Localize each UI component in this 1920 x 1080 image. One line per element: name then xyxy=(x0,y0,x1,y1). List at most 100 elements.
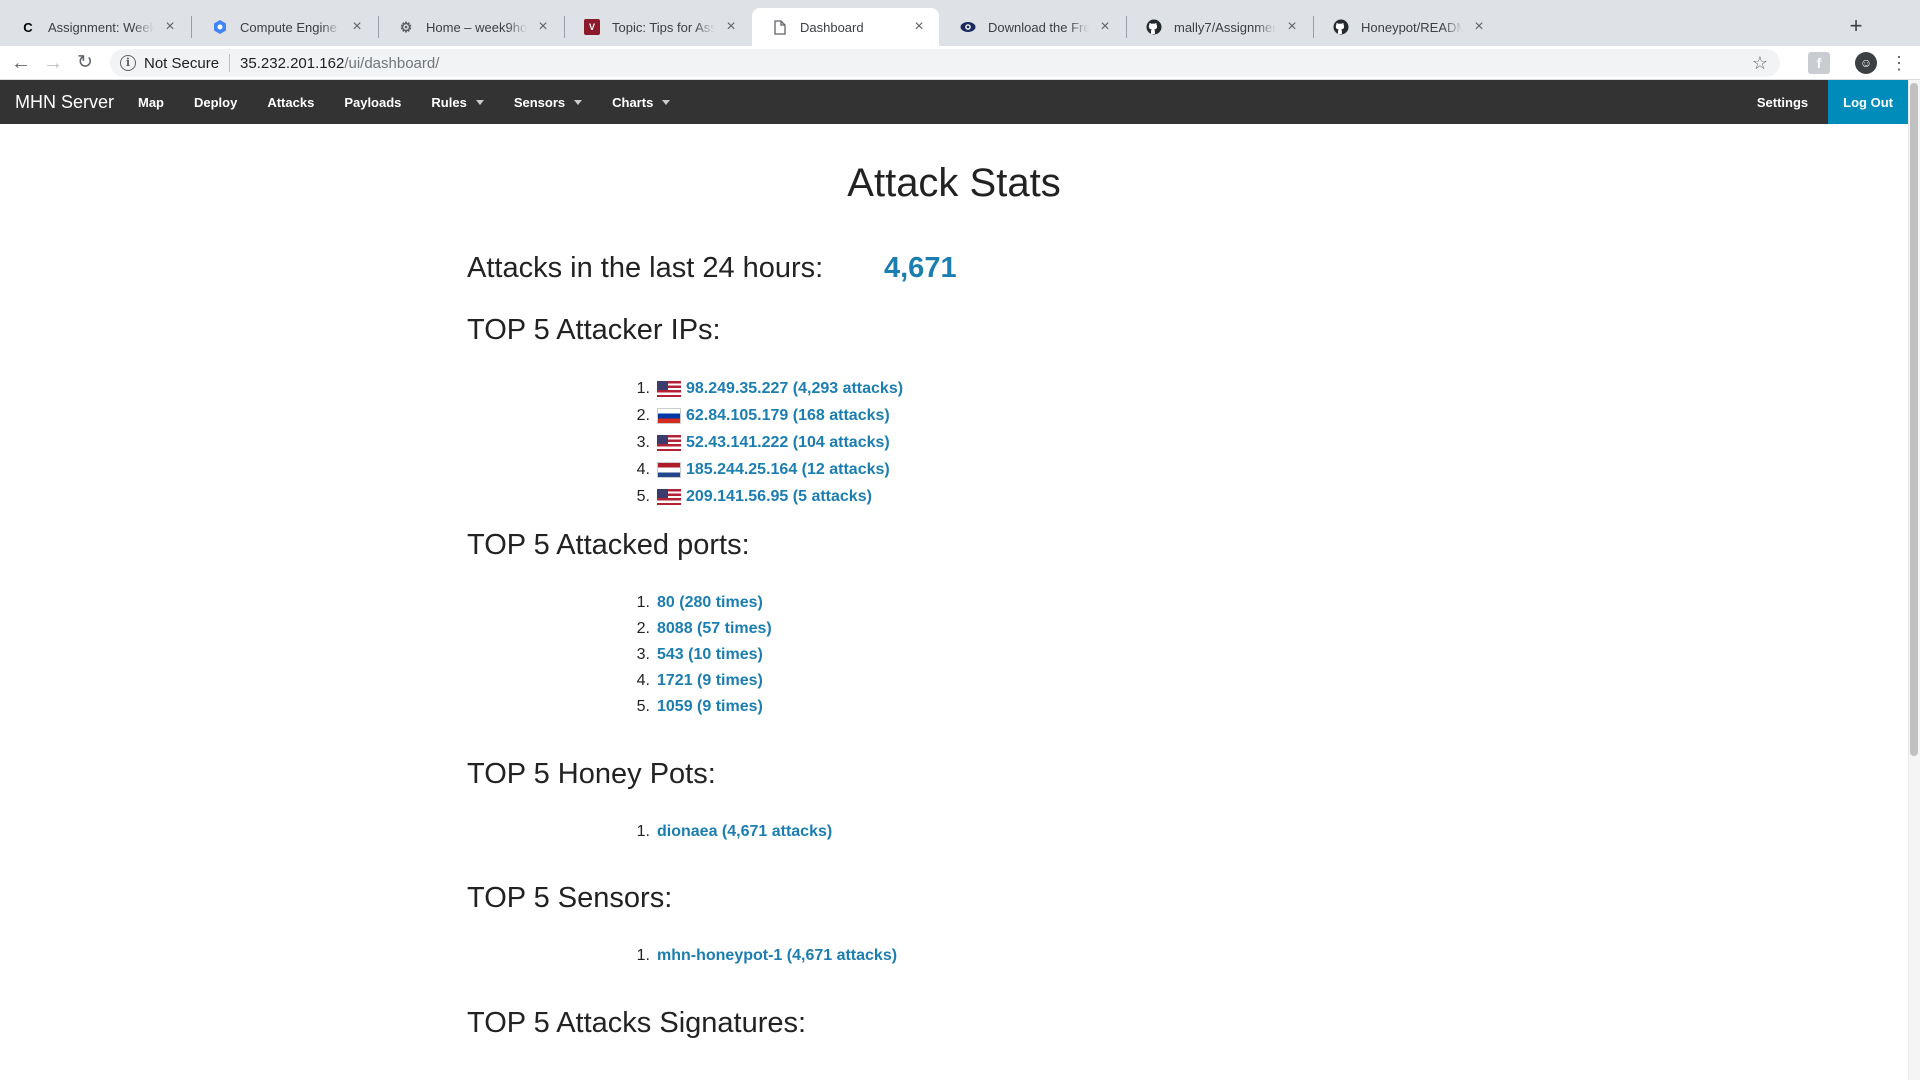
attacks-24h-label: Attacks in the last 24 hours: xyxy=(467,252,824,284)
address-bar[interactable]: i Not Secure 35.232.201.162/ui/dashboard… xyxy=(110,49,1780,77)
list-item: 1. 80 (280 times) xyxy=(620,590,772,616)
browser-toolbar: ← → ↻ i Not Secure 35.232.201.162/ui/das… xyxy=(0,46,1920,80)
list-item: 3. 52.43.141.222 (104 attacks) xyxy=(620,429,903,456)
close-tab-icon[interactable]: × xyxy=(1284,19,1300,35)
security-label: Not Secure xyxy=(144,54,220,72)
back-arrow-icon[interactable]: ← xyxy=(8,50,34,76)
port-link[interactable]: 80 (280 times) xyxy=(657,594,763,612)
page-icon xyxy=(772,19,788,35)
top-sensors-list: 1. mhn-honeypot-1 (4,671 attacks) xyxy=(620,943,897,969)
info-icon[interactable]: i xyxy=(120,55,136,71)
top-signatures-heading: TOP 5 Attacks Signatures: xyxy=(467,1007,807,1039)
close-tab-icon[interactable]: × xyxy=(162,19,178,35)
browser-tab[interactable]: Compute Engine - week9hon × xyxy=(192,8,377,46)
browser-tab[interactable]: ⚙ Home – week9honeypot – Gc × xyxy=(378,8,563,46)
list-number: 1. xyxy=(636,823,650,840)
port-link[interactable]: 8088 (57 times) xyxy=(657,620,772,638)
nav-payloads[interactable]: Payloads xyxy=(344,95,401,110)
attacker-ip-link[interactable]: 62.84.105.179 (168 attacks) xyxy=(686,407,890,425)
browser-tab[interactable]: Honeypot/README.md at ma × xyxy=(1313,8,1499,46)
list-item: 1. mhn-honeypot-1 (4,671 attacks) xyxy=(620,943,897,969)
nav-charts-dropdown[interactable]: Charts xyxy=(612,94,671,110)
tab-title: Home – week9honeypot – Gc xyxy=(426,19,527,35)
browser-tab[interactable]: mally7/Assignment9_HoneyP × xyxy=(1126,8,1312,46)
list-number: 5. xyxy=(636,698,650,715)
browser-tab-strip: C Assignment: Week 9 - Cyber × Compute E… xyxy=(0,0,1920,46)
attacker-ip-link[interactable]: 52.43.141.222 (104 attacks) xyxy=(686,434,890,452)
list-number: 1. xyxy=(636,947,650,964)
gcp-icon xyxy=(212,19,228,35)
browser-menu-icon[interactable]: ⋮ xyxy=(1890,50,1908,76)
reload-icon[interactable]: ↻ xyxy=(72,50,98,76)
port-link[interactable]: 1059 (9 times) xyxy=(657,698,763,716)
browser-tab[interactable]: Download the Free Nmap Se × xyxy=(940,8,1125,46)
top-sensors-heading: TOP 5 Sensors: xyxy=(467,882,673,914)
list-item: 1. dionaea (4,671 attacks) xyxy=(620,819,833,845)
nav-label: Attacks xyxy=(267,94,315,110)
logout-button[interactable]: Log Out xyxy=(1828,80,1908,124)
nav-label: Rules xyxy=(431,94,467,110)
browser-tab-active[interactable]: Dashboard × xyxy=(752,8,939,46)
forward-arrow-icon[interactable]: → xyxy=(40,50,66,76)
attacker-ip-link[interactable]: 185.244.25.164 (12 attacks) xyxy=(686,461,890,479)
nav-rules-dropdown[interactable]: Rules xyxy=(431,94,484,110)
extension-profile-icon[interactable]: ☺ xyxy=(1855,52,1877,74)
nav-label: Payloads xyxy=(344,94,402,110)
forum-icon: V xyxy=(584,19,600,35)
scrollbar-thumb[interactable] xyxy=(1910,83,1918,756)
ru-flag-icon xyxy=(657,407,681,424)
extension-icon[interactable]: f xyxy=(1808,52,1830,74)
port-link[interactable]: 543 (10 times) xyxy=(657,646,763,664)
nav-right: Settings Log Out xyxy=(1757,80,1908,124)
settings-link[interactable]: Settings xyxy=(1757,95,1808,110)
close-tab-icon[interactable]: × xyxy=(349,19,365,35)
gear-icon: ⚙ xyxy=(399,18,413,35)
nav-label: Charts xyxy=(612,94,654,110)
brand-link[interactable]: MHN Server xyxy=(0,92,138,113)
list-number: 2. xyxy=(636,406,650,424)
caret-down-icon xyxy=(475,99,484,105)
port-link[interactable]: 1721 (9 times) xyxy=(657,672,763,690)
list-item: 4. 1721 (9 times) xyxy=(620,668,772,694)
sensor-link[interactable]: mhn-honeypot-1 (4,671 attacks) xyxy=(657,947,897,965)
new-tab-icon[interactable]: + xyxy=(1842,12,1870,40)
list-number: 5. xyxy=(636,488,650,506)
nav-sensors-dropdown[interactable]: Sensors xyxy=(514,95,583,110)
caret-down-icon xyxy=(574,99,583,105)
list-number: 4. xyxy=(636,461,650,479)
close-tab-icon[interactable]: × xyxy=(1097,19,1113,35)
tab-title: Honeypot/README.md at ma xyxy=(1361,19,1463,35)
close-tab-icon[interactable]: × xyxy=(1471,19,1487,35)
url-path: /ui/dashboard/ xyxy=(344,54,440,72)
tab-title: Download the Free Nmap Se xyxy=(988,19,1089,35)
close-tab-icon[interactable]: × xyxy=(723,19,739,35)
tab-title: Topic: Tips for Assignment 9 xyxy=(612,19,715,35)
browser-tab[interactable]: C Assignment: Week 9 - Cyber × xyxy=(0,8,190,46)
list-item: 3. 543 (10 times) xyxy=(620,642,772,668)
nav-map[interactable]: Map xyxy=(138,95,164,110)
list-number: 2. xyxy=(636,620,650,637)
tab-title: Assignment: Week 9 - Cyber xyxy=(48,19,154,35)
top-ips-heading: TOP 5 Attacker IPs: xyxy=(467,314,721,346)
mhn-navbar: MHN Server Map Deploy Attacks Payloads R… xyxy=(0,80,1908,124)
caret-down-icon xyxy=(662,99,671,105)
tab-title: Compute Engine - week9hon xyxy=(240,19,341,35)
nav-attacks[interactable]: Attacks xyxy=(267,95,314,110)
list-item: 2. 8088 (57 times) xyxy=(620,616,772,642)
list-number: 4. xyxy=(636,672,650,689)
browser-tab[interactable]: V Topic: Tips for Assignment 9 × xyxy=(564,8,751,46)
codepath-icon: C xyxy=(23,19,33,35)
us-flag-icon xyxy=(657,380,681,397)
attacker-ip-link[interactable]: 209.141.56.95 (5 attacks) xyxy=(686,488,872,506)
close-tab-icon[interactable]: × xyxy=(911,19,927,35)
honeypot-link[interactable]: dionaea (4,671 attacks) xyxy=(657,823,832,841)
attacker-ip-link[interactable]: 98.249.35.227 (4,293 attacks) xyxy=(686,380,903,398)
close-tab-icon[interactable]: × xyxy=(535,19,551,35)
top-ips-list: 1. 98.249.35.227 (4,293 attacks) 2. 62.8… xyxy=(620,375,903,511)
bookmark-star-icon[interactable]: ☆ xyxy=(1752,53,1768,74)
attacks-24h-row: Attacks in the last 24 hours: 4,671 xyxy=(467,252,957,285)
tab-title: mally7/Assignment9_HoneyP xyxy=(1174,19,1276,35)
list-item: 5. 1059 (9 times) xyxy=(620,694,772,720)
nav-deploy[interactable]: Deploy xyxy=(194,95,237,110)
nl-flag-icon xyxy=(657,462,681,479)
